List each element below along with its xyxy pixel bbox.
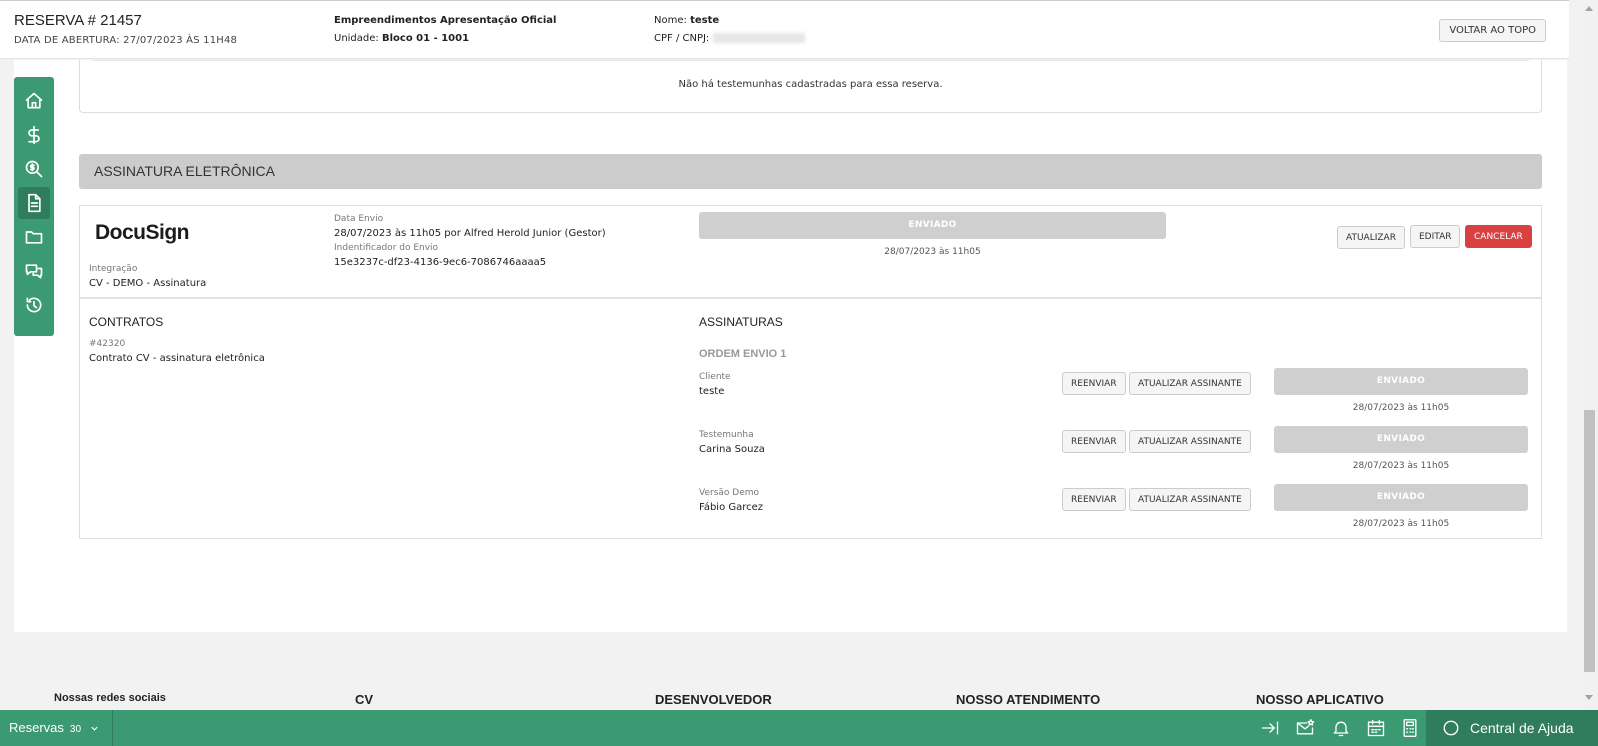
edit-envelope-button[interactable]: EDITAR (1410, 225, 1461, 248)
signer-name: Fábio Garcez (699, 502, 764, 513)
envelope-id-label: Indentificador do Envio (334, 243, 439, 253)
messages-button[interactable] (1295, 718, 1315, 738)
help-center-button[interactable]: Central de Ajuda (1426, 710, 1598, 746)
name-value: teste (690, 15, 720, 26)
arrow-to-line-icon (1261, 721, 1279, 735)
login-button[interactable] (1260, 718, 1280, 738)
mail-star-icon (1296, 719, 1315, 735)
notifications-button[interactable] (1331, 718, 1351, 738)
footer-developer: DESENVOLVEDOR (655, 692, 772, 707)
footer-app: NOSSO APLICATIVO (1256, 692, 1384, 707)
comments-icon (25, 264, 43, 279)
chevron-down-icon (91, 726, 98, 731)
reservations-dropdown[interactable]: Reservas 30 (9, 710, 100, 746)
signer-name: teste (699, 386, 725, 397)
help-center-label: Central de Ajuda (1470, 720, 1574, 736)
envelope-status-bar: ENVIADO (699, 212, 1166, 239)
scroll-down-icon[interactable] (1585, 695, 1593, 700)
search-dollar-icon (25, 160, 43, 178)
signature-envelope: DocuSign Integração CV - DEMO - Assinatu… (79, 205, 1542, 539)
nav-files[interactable] (18, 221, 50, 253)
reservations-count: 30 (69, 724, 82, 735)
cancel-envelope-button[interactable]: CANCELAR (1465, 225, 1532, 248)
development-name: Empreendimentos Apresentação Oficial (334, 15, 557, 26)
chat-icon (1443, 720, 1459, 736)
signer-status-date: 28/07/2023 às 11h05 (1352, 403, 1450, 413)
signer-role: Testemunha (699, 430, 754, 440)
reservation-title: RESERVA # 21457 (14, 12, 142, 29)
witnesses-empty-message: Não há testemunhas cadastradas para essa… (678, 79, 943, 90)
signatures-title: ASSINATURAS (699, 315, 783, 329)
update-envelope-button[interactable]: ATUALIZAR (1337, 226, 1405, 249)
calculator-icon (1403, 719, 1417, 737)
envelope-status-date: 28/07/2023 às 11h05 (884, 247, 981, 257)
send-order-label: ORDEM ENVIO 1 (699, 348, 787, 360)
document-icon (28, 193, 41, 213)
side-navigation (14, 77, 54, 336)
back-to-top-button[interactable]: VOLTAR AO TOPO (1439, 19, 1546, 42)
envelope-divider (80, 297, 1541, 299)
nav-documents[interactable] (18, 187, 50, 219)
integration-label: Integração (89, 264, 138, 274)
calendar-button[interactable] (1366, 718, 1386, 738)
scroll-up-icon[interactable] (1585, 6, 1593, 11)
contract-name: Contrato CV - assinatura eletrônica (89, 353, 265, 364)
signer-role: Cliente (699, 372, 731, 382)
site-footer: Nossas redes sociais CV DESENVOLVEDOR NO… (0, 632, 1580, 710)
nav-messages[interactable] (18, 255, 50, 287)
reservations-label: Reservas (9, 720, 64, 735)
signer-name: Carina Souza (699, 444, 765, 455)
section-title-electronic-signature: ASSINATURA ELETRÔNICA (79, 154, 1542, 189)
signer-status-bar: ENVIADO (1274, 484, 1528, 511)
resend-button[interactable]: REENVIAR (1062, 372, 1126, 395)
send-date-value: 28/07/2023 às 11h05 por Alfred Herold Ju… (334, 228, 606, 239)
signer-role: Versão Demo (699, 488, 760, 498)
footer-social: Nossas redes sociais (54, 692, 166, 704)
name-label: Nome: (654, 15, 687, 26)
cpf-value-blurred (713, 33, 806, 43)
calendar-icon (1367, 719, 1385, 737)
signer-status-bar: ENVIADO (1274, 426, 1528, 453)
calculator-button[interactable] (1400, 718, 1420, 738)
resend-button[interactable]: REENVIAR (1062, 430, 1126, 453)
send-date-label: Data Envio (334, 214, 384, 224)
opening-date: DATA DE ABERTURA: 27/07/2023 ÀS 11H48 (14, 35, 238, 46)
update-signer-button[interactable]: ATUALIZAR ASSINANTE (1129, 372, 1251, 395)
signer-status-date: 28/07/2023 às 11h05 (1352, 461, 1450, 471)
page-scrollbar[interactable] (1581, 0, 1598, 710)
history-icon (26, 297, 42, 313)
footer-cv: CV (355, 692, 374, 707)
contract-id: #42320 (89, 339, 126, 349)
home-icon (25, 92, 43, 109)
docusign-logo: DocuSign (95, 221, 190, 244)
reservation-header: RESERVA # 21457 DATA DE ABERTURA: 27/07/… (0, 0, 1569, 59)
signer-status-date: 28/07/2023 às 11h05 (1352, 519, 1450, 529)
cpf-label: CPF / CNPJ: (654, 33, 710, 44)
footer-support: NOSSO ATENDIMENTO (956, 692, 1101, 707)
envelope-id-value: 15e3237c-df23-4136-9ec6-7086746aaaa5 (334, 257, 547, 268)
bell-icon (1333, 721, 1349, 737)
folder-icon (25, 231, 43, 244)
integration-value: CV - DEMO - Assinatura (89, 278, 207, 289)
nav-financial[interactable] (18, 119, 50, 151)
nav-history[interactable] (18, 289, 50, 321)
contracts-title: CONTRATOS (89, 315, 164, 329)
scroll-thumb[interactable] (1584, 410, 1595, 672)
unit-label: Unidade: (334, 33, 379, 44)
resend-button[interactable]: REENVIAR (1062, 488, 1126, 511)
update-signer-button[interactable]: ATUALIZAR ASSINANTE (1129, 488, 1251, 511)
dollar-icon (28, 125, 40, 145)
nav-home[interactable] (18, 85, 50, 117)
witnesses-box: Não há testemunhas cadastradas para essa… (79, 60, 1542, 113)
signer-status-bar: ENVIADO (1274, 368, 1528, 395)
update-signer-button[interactable]: ATUALIZAR ASSINANTE (1129, 430, 1251, 453)
bottom-bar: Reservas 30 Central de Ajuda (0, 710, 1598, 746)
nav-analysis[interactable] (18, 153, 50, 185)
unit-value: Bloco 01 - 1001 (381, 33, 470, 44)
